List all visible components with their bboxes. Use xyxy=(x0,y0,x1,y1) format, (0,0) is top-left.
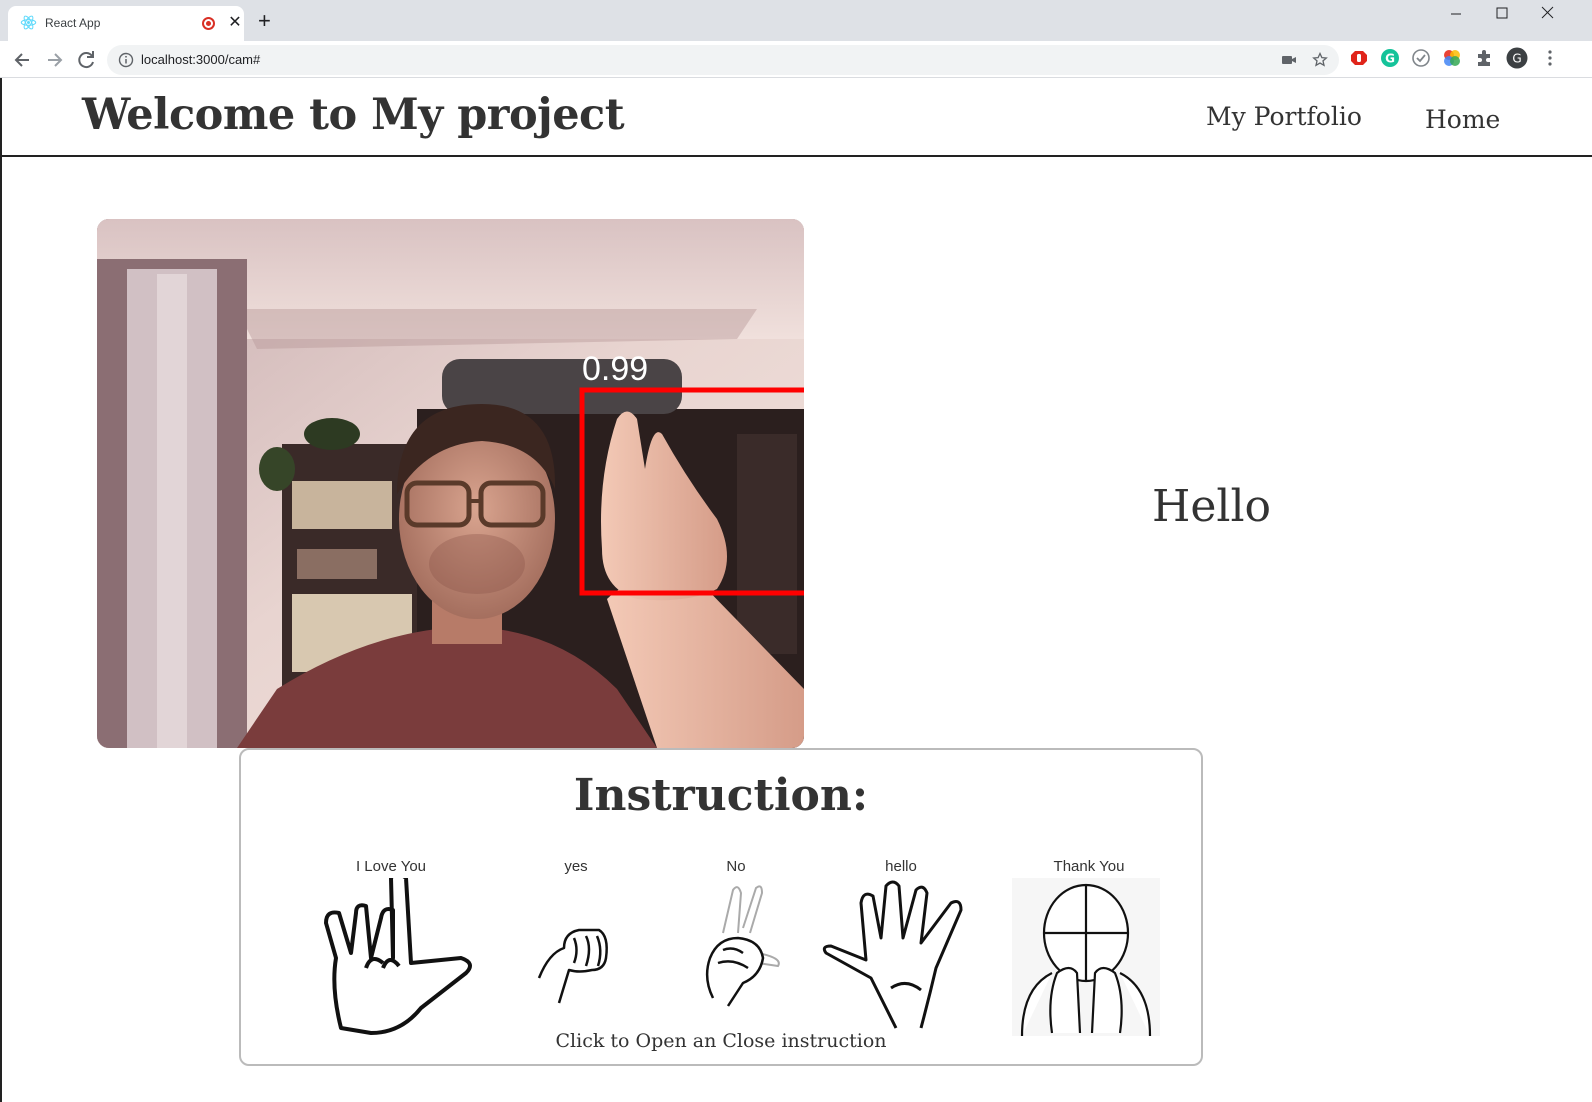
reload-icon[interactable] xyxy=(73,47,99,73)
nav-link-home[interactable]: Home xyxy=(1425,105,1500,134)
camera-in-use-icon[interactable] xyxy=(1281,52,1297,68)
browser-menu-icon[interactable] xyxy=(1540,48,1560,68)
i-love-you-hand-icon xyxy=(324,878,472,1035)
sign-label: yes xyxy=(564,858,588,875)
browser-toolbar: localhost:3000/cam# G G xyxy=(0,41,1592,78)
forward-arrow-icon[interactable] xyxy=(41,47,67,73)
sign-label: hello xyxy=(885,858,917,875)
svg-text:G: G xyxy=(1512,52,1521,66)
instruction-title: Instruction: xyxy=(573,770,869,821)
bookmark-star-icon[interactable] xyxy=(1312,52,1328,68)
svg-text:G: G xyxy=(1385,52,1395,66)
nav-link-my-portfolio[interactable]: My Portfolio xyxy=(1206,102,1362,131)
prediction-text: Hello xyxy=(1152,481,1272,532)
instruction-panel[interactable]: Instruction: I Love You yes No hello Tha… xyxy=(239,748,1203,1066)
site-title: Welcome to My project xyxy=(82,90,625,140)
react-logo-icon xyxy=(20,15,37,30)
no-hand-icon xyxy=(705,885,780,1007)
profile-avatar-icon[interactable]: G xyxy=(1506,47,1528,69)
stop-hand-extension-icon[interactable] xyxy=(1349,48,1369,68)
new-tab-icon[interactable]: + xyxy=(258,10,271,32)
page-content: Welcome to My project My Portfolio Home xyxy=(0,78,1592,1102)
instruction-toggle-link[interactable]: Click to Open an Close instruction xyxy=(241,1030,1201,1052)
sign-label: No xyxy=(726,858,746,875)
thank-you-face-hands-icon xyxy=(1012,878,1160,1036)
hello-open-hand-icon xyxy=(822,880,963,1029)
browser-tab[interactable]: React App ✕ xyxy=(8,6,244,41)
puzzle-extensions-icon[interactable] xyxy=(1474,48,1494,68)
recording-indicator-icon xyxy=(202,17,215,30)
checkmark-extension-icon[interactable] xyxy=(1411,48,1431,68)
close-window-icon[interactable] xyxy=(1525,0,1571,30)
detection-score-label: 0.99 xyxy=(582,350,648,388)
sign-label: Thank You xyxy=(1053,858,1125,875)
tab-title: React App xyxy=(45,16,101,30)
grammarly-extension-icon[interactable]: G xyxy=(1380,48,1400,68)
address-bar[interactable]: localhost:3000/cam# xyxy=(107,45,1339,75)
yes-fist-icon xyxy=(537,928,608,1004)
color-picker-extension-icon[interactable] xyxy=(1442,48,1462,68)
maximize-window-icon[interactable] xyxy=(1479,0,1525,30)
minimize-window-icon[interactable] xyxy=(1433,0,1479,30)
webcam-frame: 0.99 xyxy=(97,219,804,748)
url-text: localhost:3000/cam# xyxy=(141,52,261,67)
sign-label: I Love You xyxy=(355,858,427,875)
site-info-icon[interactable] xyxy=(118,52,134,68)
back-arrow-icon[interactable] xyxy=(10,47,36,73)
site-header: Welcome to My project My Portfolio Home xyxy=(2,78,1592,157)
close-tab-icon[interactable]: ✕ xyxy=(226,13,244,33)
browser-tabstrip: React App ✕ + xyxy=(0,0,1592,41)
webcam-feed: 0.99 xyxy=(97,219,804,748)
